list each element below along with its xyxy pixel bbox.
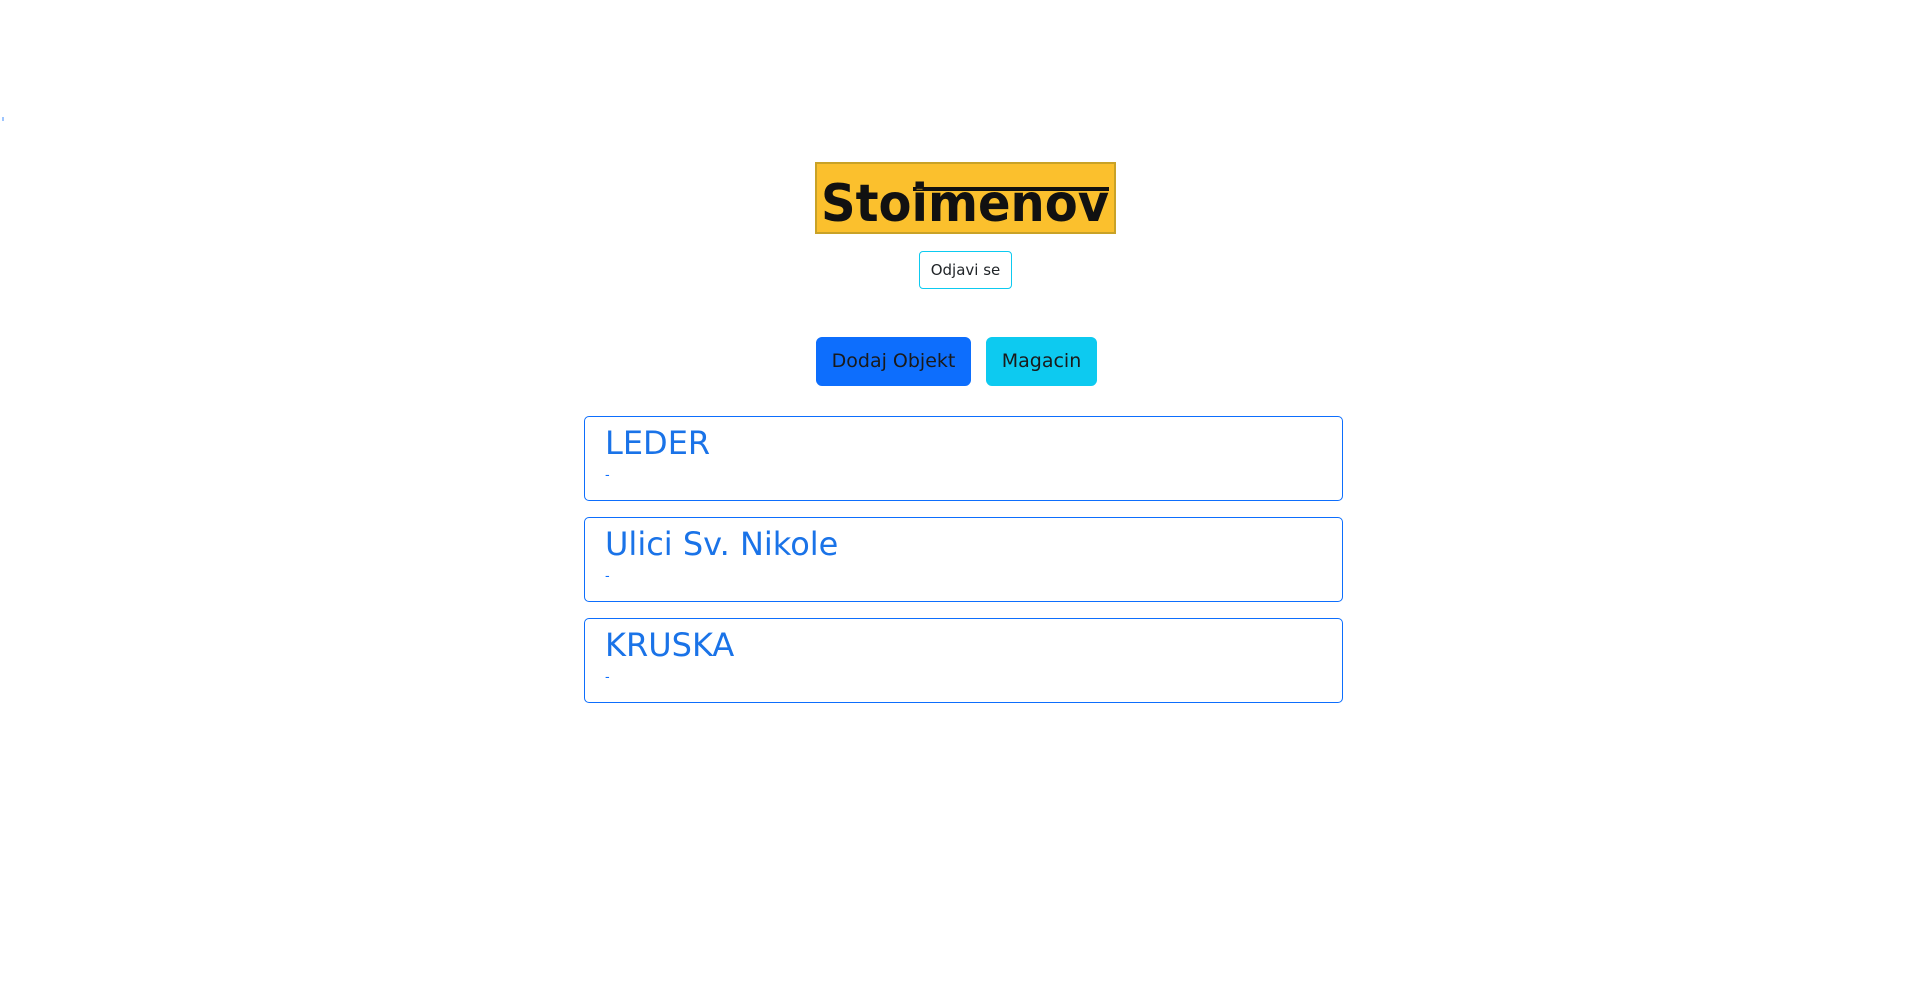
brand-logo: Stoimenov <box>815 162 1116 234</box>
object-card-ulici-sv-nikole[interactable]: Ulici Sv. Nikole - <box>584 517 1343 602</box>
brand-logo-graphic: Stoimenov <box>817 164 1114 232</box>
broken-image-icon <box>2 117 4 121</box>
add-object-button[interactable]: Dodaj Objekt <box>816 337 971 386</box>
warehouse-button[interactable]: Magacin <box>986 337 1097 386</box>
object-card-kruska[interactable]: KRUSKA - <box>584 618 1343 703</box>
action-buttons: Dodaj Objekt Magacin <box>0 337 1920 386</box>
object-list: LEDER - Ulici Sv. Nikole - KRUSKA - <box>584 416 1343 719</box>
object-card-leder[interactable]: LEDER - <box>584 416 1343 501</box>
object-title: Ulici Sv. Nikole <box>605 525 839 563</box>
object-subtitle: - <box>605 468 610 483</box>
object-subtitle: - <box>605 569 610 584</box>
object-title: KRUSKA <box>605 626 735 664</box>
brand-logo-text: Stoimenov <box>821 174 1109 232</box>
object-subtitle: - <box>605 670 610 685</box>
logout-button[interactable]: Odjavi se <box>919 251 1012 289</box>
object-title: LEDER <box>605 424 711 462</box>
